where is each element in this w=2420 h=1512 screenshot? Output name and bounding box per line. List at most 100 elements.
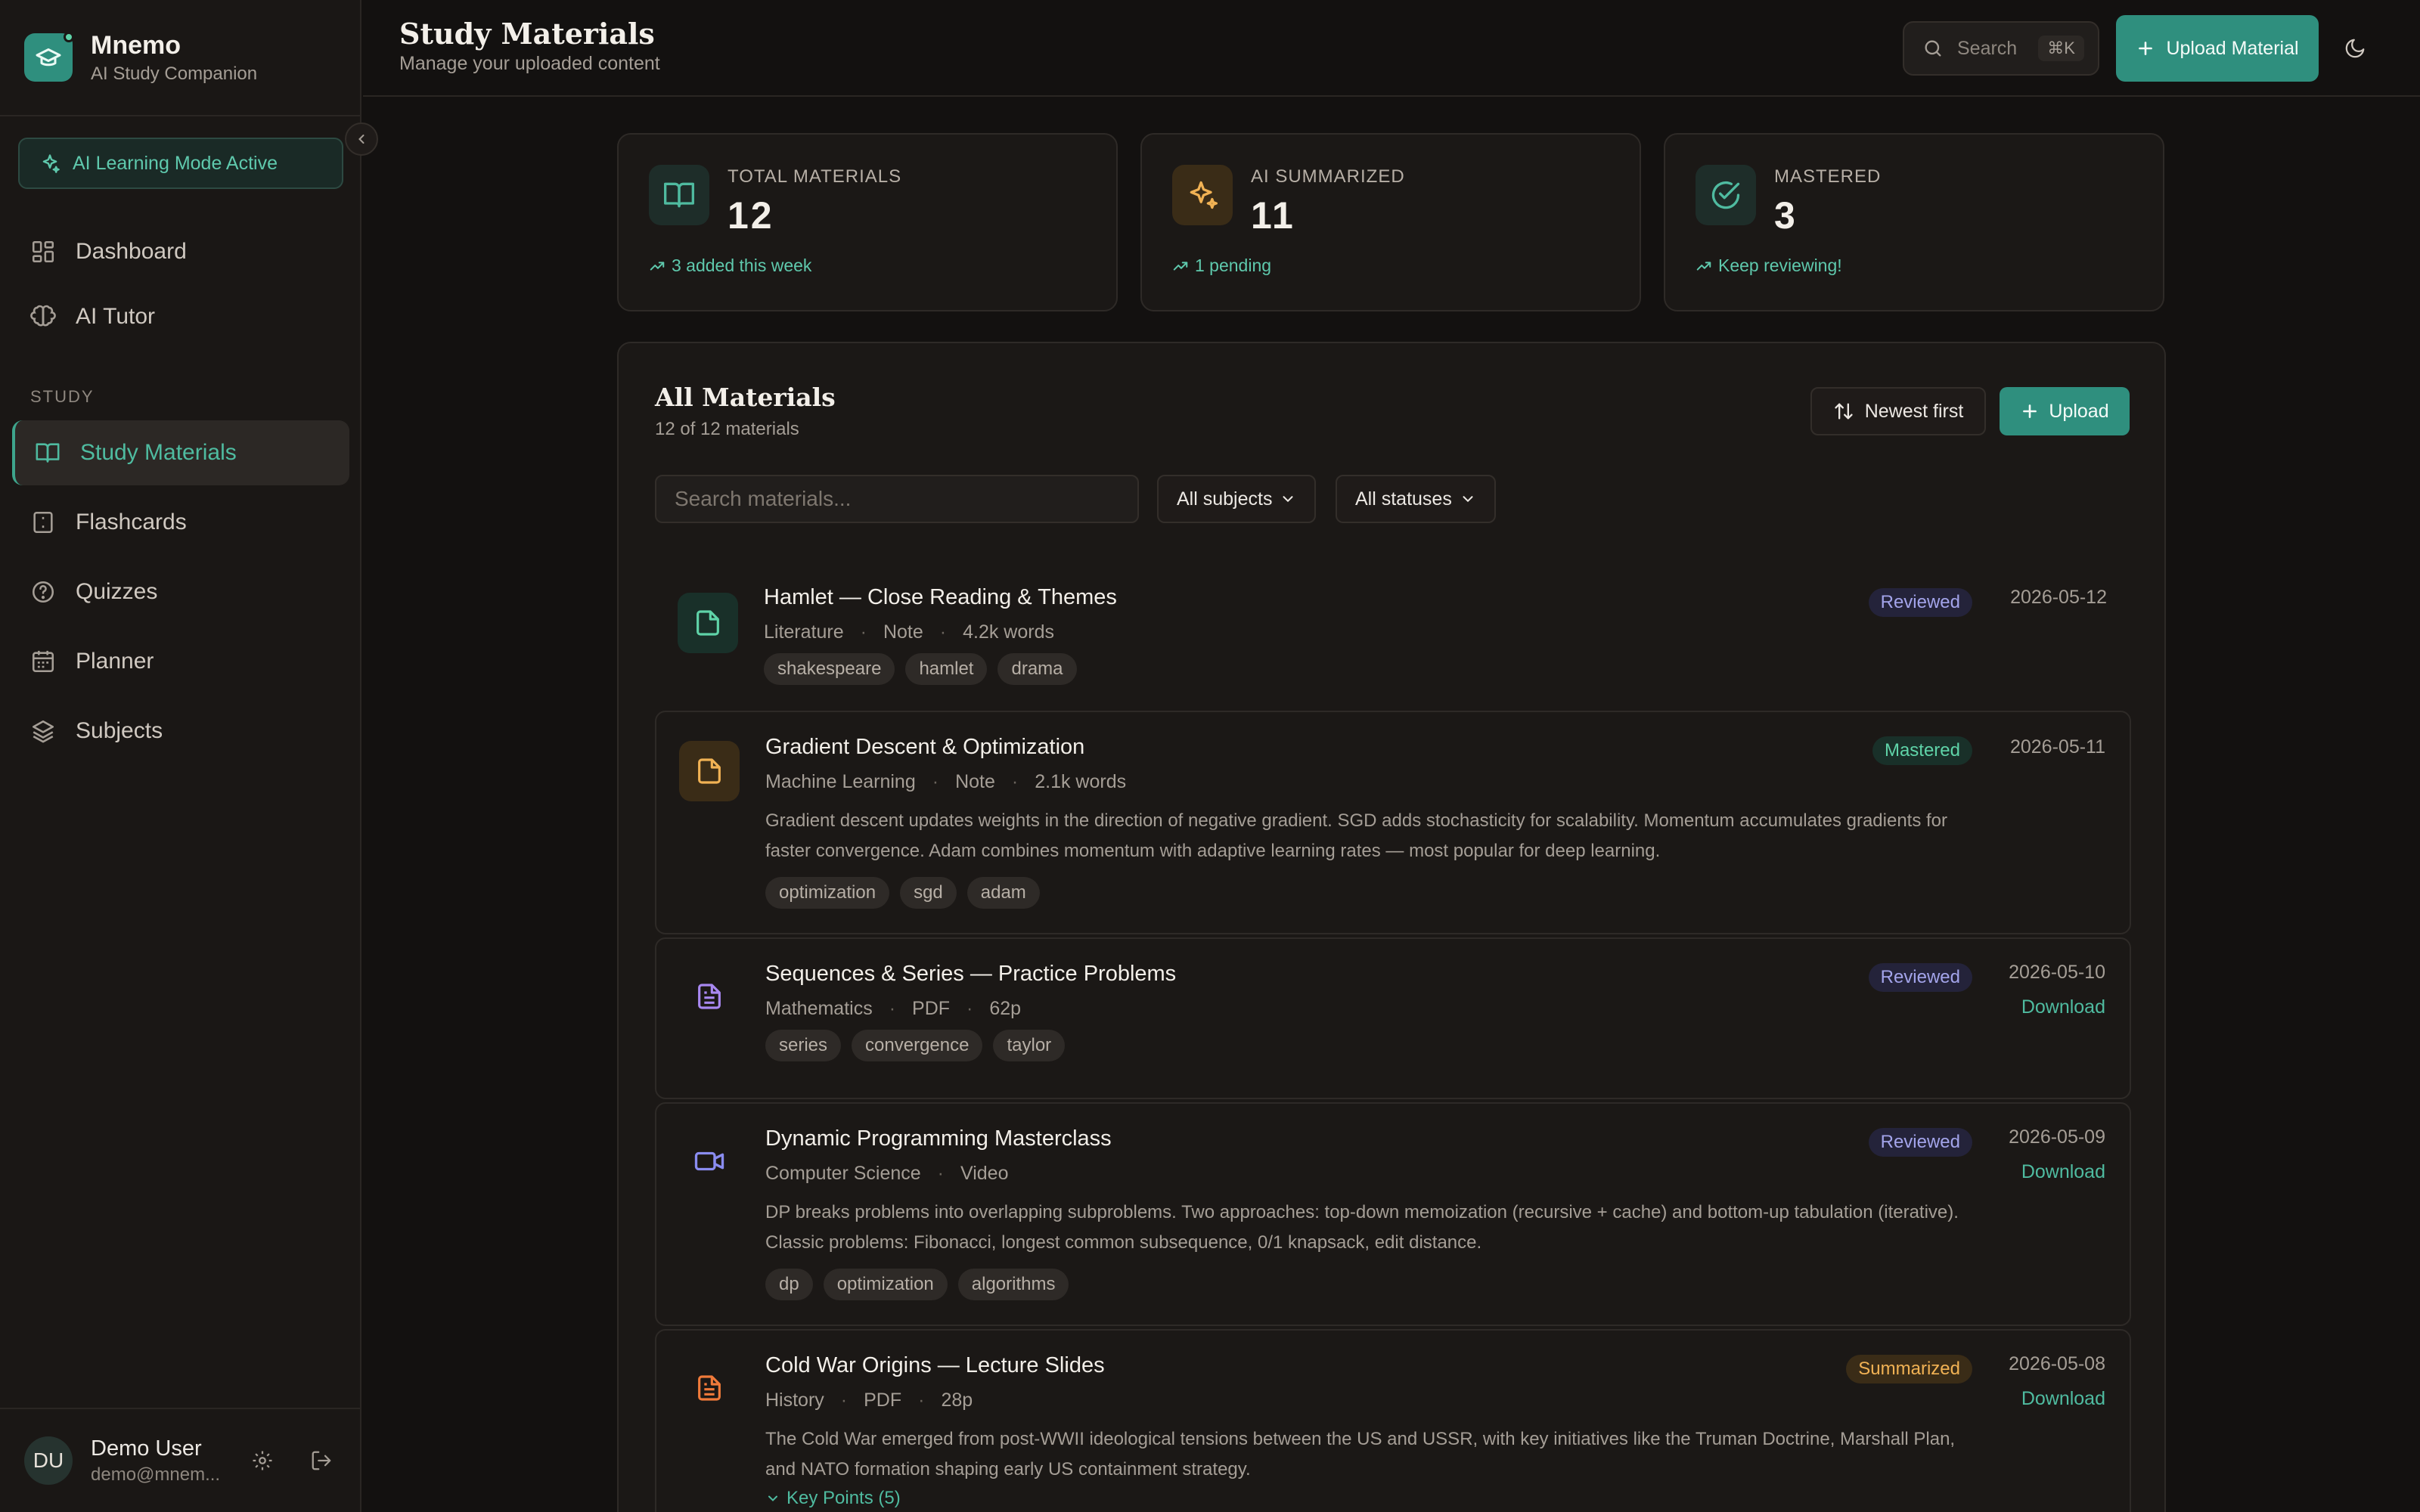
material-item[interactable]: Cold War Origins — Lecture Slides Histor… bbox=[655, 1329, 2131, 1512]
tag[interactable]: taylor bbox=[993, 1030, 1066, 1061]
stat-card-summarized: AI SUMMARIZED 11 1 pending bbox=[1140, 133, 1641, 311]
sparkles-icon bbox=[1172, 165, 1233, 225]
ai-mode-label: AI Learning Mode Active bbox=[73, 152, 278, 174]
sidebar: Mnemo AI Study Companion AI Learning Mod… bbox=[0, 0, 361, 1512]
stat-card-mastered: MASTERED 3 Keep reviewing! bbox=[1664, 133, 2164, 311]
material-summary: The Cold War emerged from post-WWII ideo… bbox=[765, 1429, 1956, 1479]
avatar[interactable]: DU bbox=[24, 1436, 73, 1485]
material-item[interactable]: Hamlet — Close Reading & Themes Literatu… bbox=[655, 558, 2131, 709]
brand-name: Mnemo bbox=[91, 30, 181, 60]
material-item[interactable]: Gradient Descent & Optimization Machine … bbox=[655, 711, 2131, 934]
collapse-sidebar-button[interactable] bbox=[345, 122, 378, 156]
tag[interactable]: shakespeare bbox=[764, 653, 895, 685]
tag[interactable]: drama bbox=[997, 653, 1077, 685]
nav-item-planner[interactable]: Planner bbox=[12, 629, 349, 694]
materials-search-input[interactable] bbox=[655, 475, 1139, 523]
download-link[interactable]: Download bbox=[2021, 1388, 2105, 1410]
page-header: Study Materials Manage your uploaded con… bbox=[363, 0, 2420, 97]
sort-icon bbox=[1835, 403, 1853, 420]
global-search[interactable]: Search ⌘K bbox=[1903, 21, 2099, 76]
status-badge: Reviewed bbox=[1868, 1128, 1972, 1157]
user-name: Demo User bbox=[91, 1436, 202, 1461]
check-circle-icon bbox=[1696, 165, 1756, 225]
material-title[interactable]: Hamlet — Close Reading & Themes bbox=[764, 585, 1117, 610]
user-email: demo@mnem... bbox=[91, 1464, 221, 1485]
stat-card-total: TOTAL MATERIALS 12 3 added this week bbox=[617, 133, 1118, 311]
tag[interactable]: optimization bbox=[765, 877, 890, 909]
study-nav: Study Materials Flashcards Quizzes Plann… bbox=[12, 420, 349, 764]
dashboard-icon bbox=[32, 240, 54, 263]
ai-learning-mode-badge[interactable]: AI Learning Mode Active bbox=[18, 138, 343, 189]
material-title[interactable]: Gradient Descent & Optimization bbox=[765, 735, 1084, 760]
material-date: 2026-05-08 bbox=[2009, 1353, 2105, 1374]
material-meta: History · PDF · 28p bbox=[765, 1390, 973, 1411]
download-link[interactable]: Download bbox=[2021, 996, 2105, 1018]
nav-group-study: STUDY bbox=[30, 387, 95, 406]
tag[interactable]: series bbox=[765, 1030, 842, 1061]
plus-icon bbox=[2139, 42, 2153, 55]
tag-list: dp optimization algorithms bbox=[765, 1269, 1069, 1300]
flashcard-icon bbox=[33, 511, 53, 534]
page-title: Study Materials bbox=[399, 17, 655, 51]
upload-material-button[interactable]: Upload Material bbox=[2116, 15, 2319, 82]
material-date: 2026-05-12 bbox=[2010, 587, 2107, 608]
material-item[interactable]: Dynamic Programming Masterclass Computer… bbox=[655, 1102, 2131, 1326]
nav-item-dashboard[interactable]: Dashboard bbox=[12, 219, 349, 284]
material-meta: Mathematics · PDF · 62p bbox=[765, 998, 1022, 1019]
graduation-cap-icon bbox=[24, 32, 74, 82]
material-summary: Gradient descent updates weights in the … bbox=[765, 810, 1948, 861]
tag-list: shakespeare hamlet drama bbox=[764, 653, 1077, 685]
chevron-down-icon bbox=[1463, 496, 1473, 503]
tag[interactable]: optimization bbox=[823, 1269, 948, 1300]
sparkles-icon bbox=[42, 154, 60, 173]
key-points-toggle[interactable]: Key Points (5) bbox=[765, 1488, 901, 1509]
search-icon bbox=[1925, 40, 1941, 57]
theme-toggle[interactable] bbox=[2334, 27, 2376, 70]
statuses-filter[interactable]: All statuses bbox=[1336, 475, 1496, 523]
tag-list: series convergence taylor bbox=[765, 1030, 1066, 1061]
material-meta: Machine Learning · Note · 2.1k words bbox=[765, 771, 1127, 792]
note-file-icon bbox=[679, 741, 740, 801]
panel-title: All Materials bbox=[655, 383, 836, 412]
tag[interactable]: dp bbox=[765, 1269, 813, 1300]
nav-item-quizzes[interactable]: Quizzes bbox=[12, 559, 349, 624]
materials-panel: All Materials 12 of 12 materials Newest … bbox=[617, 342, 2166, 1512]
chevron-down-icon bbox=[768, 1495, 777, 1501]
layers-icon bbox=[32, 720, 54, 743]
sort-button[interactable]: Newest first bbox=[1810, 387, 1986, 435]
tag[interactable]: adam bbox=[966, 877, 1040, 909]
material-meta: Computer Science · Video bbox=[765, 1163, 1009, 1184]
material-item[interactable]: Sequences & Series — Practice Problems M… bbox=[655, 937, 2131, 1099]
chevron-left-icon bbox=[358, 135, 365, 144]
material-title[interactable]: Sequences & Series — Practice Problems bbox=[765, 962, 1176, 987]
logout-icon[interactable] bbox=[310, 1449, 333, 1472]
tag[interactable]: algorithms bbox=[957, 1269, 1069, 1300]
nav-item-subjects[interactable]: Subjects bbox=[12, 699, 349, 764]
trending-up-icon bbox=[1173, 261, 1188, 271]
brain-icon bbox=[30, 305, 56, 327]
chevron-down-icon bbox=[1283, 496, 1293, 503]
settings-icon[interactable] bbox=[251, 1449, 274, 1472]
tag[interactable]: convergence bbox=[852, 1030, 983, 1061]
nav-item-ai-tutor[interactable]: AI Tutor bbox=[12, 284, 349, 349]
search-shortcut: ⌘K bbox=[2038, 36, 2084, 61]
materials-count: 12 of 12 materials bbox=[655, 419, 799, 439]
download-link[interactable]: Download bbox=[2021, 1161, 2105, 1183]
material-title[interactable]: Dynamic Programming Masterclass bbox=[765, 1126, 1112, 1151]
status-badge: Mastered bbox=[1872, 736, 1972, 765]
tag[interactable]: hamlet bbox=[905, 653, 988, 685]
nav-item-study-materials[interactable]: Study Materials bbox=[12, 420, 349, 485]
brand: Mnemo AI Study Companion bbox=[0, 0, 360, 116]
upload-button[interactable]: Upload bbox=[2000, 387, 2130, 435]
status-badge: Summarized bbox=[1846, 1355, 1972, 1383]
plus-icon bbox=[2023, 404, 2037, 418]
trending-up-icon bbox=[1696, 261, 1711, 271]
material-title[interactable]: Cold War Origins — Lecture Slides bbox=[765, 1353, 1105, 1378]
user-bar: DU Demo User demo@mnem... bbox=[0, 1408, 360, 1512]
nav-item-flashcards[interactable]: Flashcards bbox=[12, 490, 349, 555]
tag[interactable]: sgd bbox=[900, 877, 957, 909]
question-icon bbox=[32, 581, 54, 603]
pdf-file-icon bbox=[679, 966, 740, 1027]
main-nav: Dashboard AI Tutor bbox=[12, 219, 349, 349]
subjects-filter[interactable]: All subjects bbox=[1157, 475, 1317, 523]
